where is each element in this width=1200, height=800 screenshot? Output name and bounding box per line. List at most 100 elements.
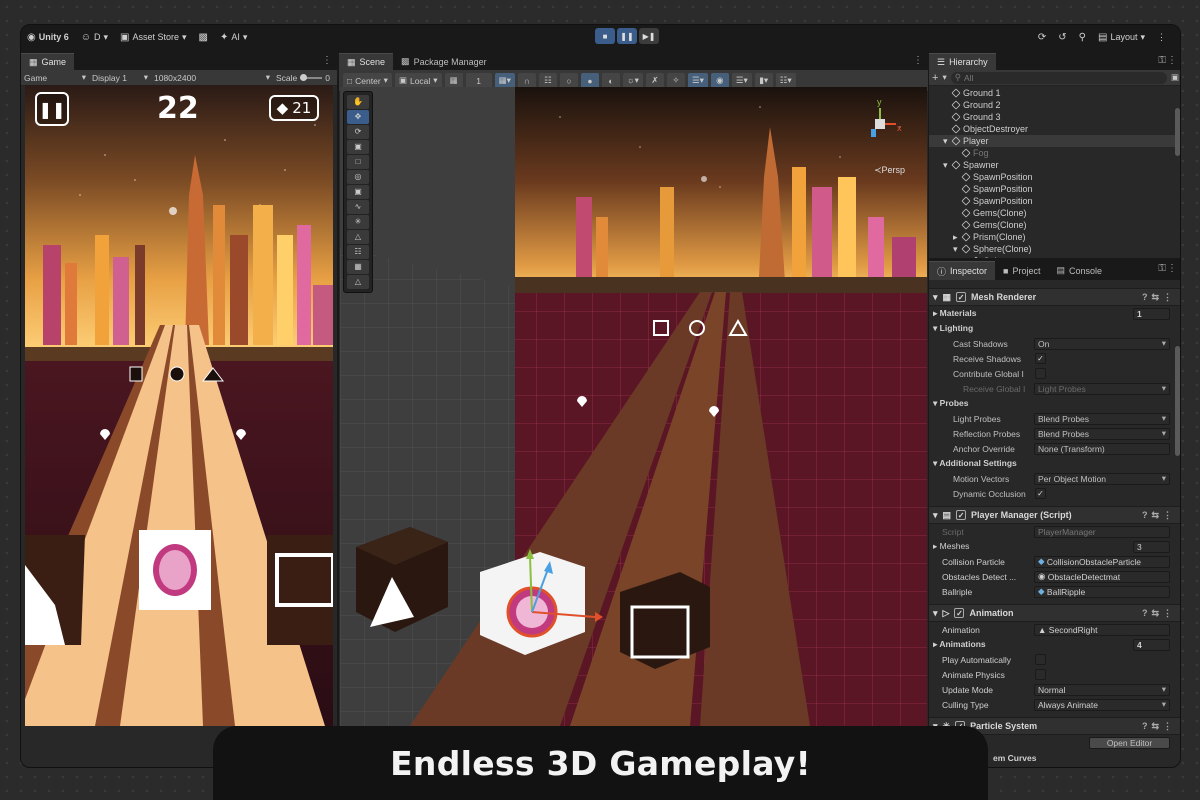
more-icon[interactable]: ⋮ — [1167, 55, 1177, 66]
filter-icon[interactable]: ▣ — [1171, 72, 1179, 83]
hierarchy-item[interactable]: Ground 3 — [929, 111, 1180, 123]
particle-tool-button[interactable]: ✳ — [347, 215, 369, 229]
hierarchy-item[interactable]: ▾ Sphere(Clone) — [929, 243, 1180, 255]
open-editor-button[interactable]: Open Editor — [1089, 736, 1170, 749]
probes-foldout[interactable]: ▾ Probes — [929, 396, 1180, 411]
hierarchy-search-input[interactable]: ⚲ All — [950, 71, 1167, 84]
pause-game-button[interactable]: ❚❚ — [35, 92, 69, 126]
meshes-row[interactable]: ▸ Meshes 3 — [929, 539, 1180, 554]
receive-shadows-checkbox[interactable]: ✓ — [1035, 353, 1046, 364]
probe-tool-button[interactable]: △ — [347, 230, 369, 244]
update-mode-dropdown[interactable]: Normal — [1034, 683, 1170, 696]
component-enabled-checkbox[interactable]: ✓ — [956, 510, 967, 520]
hierarchy-item[interactable]: ObjectDestroyer — [929, 123, 1180, 135]
meshes-count-field[interactable]: 3 — [1133, 540, 1170, 553]
player-manager-header[interactable]: ▾ ▤ ✓ Player Manager (Script) ?⇆⋮ — [929, 506, 1180, 524]
animations-count-field[interactable]: 4 — [1133, 638, 1170, 651]
inspector-scrollbar[interactable] — [1175, 346, 1180, 456]
additional-settings-foldout[interactable]: ▾ Additional Settings — [929, 456, 1180, 471]
play-stop-button[interactable]: ■ — [595, 28, 615, 44]
path-tool-button[interactable]: ∿ — [347, 200, 369, 214]
pause-button[interactable]: ❚❚ — [617, 28, 637, 44]
grid-tool-button[interactable]: ☷ — [347, 245, 369, 259]
hierarchy-item[interactable]: Ground 2 — [929, 99, 1180, 111]
move-tool-button[interactable]: ✥ — [347, 110, 369, 124]
animations-row[interactable]: ▸ Animations 4 — [929, 637, 1180, 652]
add-icon[interactable]: + — [932, 72, 938, 84]
hierarchy-item[interactable]: SpawnPosition — [929, 195, 1180, 207]
ballriple-field[interactable]: ◆ BallRipple — [1034, 585, 1170, 598]
hierarchy-item[interactable]: Gems(Clone) — [929, 207, 1180, 219]
component-actions[interactable]: ?⇆⋮ — [1142, 292, 1176, 303]
collab-button[interactable]: ⟳ — [1032, 25, 1052, 49]
culling-type-dropdown[interactable]: Always Animate — [1034, 698, 1170, 711]
animation-header[interactable]: ▾ ▷ ✓ Animation ?⇆⋮ — [929, 604, 1180, 622]
resolution-dropdown[interactable]: 1080x2400 ▾ — [154, 72, 270, 83]
rotate-tool-button[interactable]: ⟳ — [347, 125, 369, 139]
game-mode-dropdown[interactable]: Game ▾ — [24, 72, 86, 83]
display-dropdown[interactable]: Display 1 ▾ — [92, 72, 148, 83]
ai-dropdown[interactable]: ✦ AI ▾ — [214, 25, 253, 49]
game-view[interactable]: ❚❚ 22 ◆ 21 — [25, 85, 333, 726]
hierarchy-item[interactable]: ▸ Prism(Clone) — [929, 231, 1180, 243]
account-dropdown[interactable]: ☺ D ▾ — [75, 25, 114, 49]
hierarchy-item[interactable]: Gems(Clone) — [929, 219, 1180, 231]
tab-console[interactable]: ▤ Console — [1049, 261, 1111, 280]
hierarchy-item[interactable]: SpawnPosition — [929, 183, 1180, 195]
more-icon[interactable]: ⋮ — [1167, 263, 1177, 274]
contribute-gi-checkbox[interactable] — [1035, 368, 1046, 379]
transform-tool-button[interactable]: ◎ — [347, 170, 369, 184]
step-button[interactable]: ▶❚ — [639, 28, 659, 44]
toolbar-menu-button[interactable]: ⋮ — [1151, 25, 1172, 49]
anchor-override-field[interactable]: None (Transform) — [1034, 442, 1170, 455]
search-button[interactable]: ⚲ — [1073, 25, 1092, 49]
dynamic-occlusion-checkbox[interactable]: ✓ — [1035, 488, 1046, 499]
component-enabled-checkbox[interactable]: ✓ — [954, 608, 965, 618]
materials-count-field[interactable]: 1 — [1133, 307, 1170, 320]
animation-clip-field[interactable]: ▲ SecondRight — [1034, 623, 1170, 636]
obstacles-detect-field[interactable]: ◉ ObstacleDetectmat — [1034, 570, 1170, 583]
tab-scene[interactable]: ▦ Scene — [339, 53, 394, 70]
light-probes-dropdown[interactable]: Blend Probes — [1034, 412, 1170, 425]
collision-particle-field[interactable]: ◆ CollisionObstacleParticle — [1034, 555, 1170, 568]
lock-icon[interactable]: ⚿ — [1158, 55, 1166, 66]
scene-view[interactable]: ✋ ✥ ⟳ ▣ □ ◎ ▣ ∿ ✳ △ ☷ ▦ △ y x ≺Persp — [340, 87, 927, 726]
scale-tool-button[interactable]: ▣ — [347, 140, 369, 154]
hierarchy-item[interactable]: Fog — [929, 147, 1180, 159]
cast-shadows-dropdown[interactable]: On — [1034, 337, 1170, 350]
materials-row[interactable]: ▸ Materials 1 — [929, 306, 1180, 321]
asset-store-dropdown[interactable]: ▣ Asset Store ▾ — [114, 25, 193, 49]
projection-label[interactable]: ≺Persp — [874, 165, 905, 176]
view-tool-button[interactable]: ✋ — [347, 95, 369, 109]
hierarchy-scrollbar[interactable] — [1175, 108, 1180, 156]
component-actions[interactable]: ?⇆⋮ — [1142, 721, 1176, 732]
unity-logo-button[interactable]: ◉ Unity 6 — [21, 25, 75, 49]
tab-project[interactable]: ■ Project — [995, 261, 1048, 280]
hierarchy-item[interactable]: Ground 1 — [929, 87, 1180, 99]
more-icon[interactable]: ⋮ — [322, 55, 332, 66]
hierarchy-item[interactable]: SpawnPosition — [929, 171, 1180, 183]
mesh-renderer-header[interactable]: ▾ ▦ ✓ Mesh Renderer ?⇆⋮ — [929, 288, 1180, 306]
history-button[interactable]: ↺ — [1052, 25, 1072, 49]
navigation-tool-button[interactable]: ▦ — [347, 260, 369, 274]
tab-inspector[interactable]: ⓘ Inspector — [929, 261, 996, 280]
layout-dropdown[interactable]: ▤ Layout ▾ — [1092, 25, 1151, 49]
more-icon[interactable]: ⋮ — [913, 55, 923, 66]
hierarchy-item[interactable]: ▾ Player — [929, 135, 1180, 147]
tab-hierarchy[interactable]: ☰ Hierarchy — [929, 53, 996, 70]
lighting-foldout[interactable]: ▾ Lighting — [929, 321, 1180, 336]
component-actions[interactable]: ?⇆⋮ — [1142, 608, 1176, 619]
motion-vectors-dropdown[interactable]: Per Object Motion — [1034, 472, 1170, 485]
component-enabled-checkbox[interactable]: ✓ — [956, 292, 967, 302]
reflection-probes-dropdown[interactable]: Blend Probes — [1034, 427, 1170, 440]
tab-package-manager[interactable]: ▩ Package Manager — [393, 53, 495, 70]
orientation-gizmo[interactable]: y x — [855, 97, 905, 145]
play-auto-checkbox[interactable] — [1035, 654, 1046, 665]
hierarchy-item[interactable]: ▾ Spawner — [929, 159, 1180, 171]
hierarchy-item[interactable]: Cube — [929, 255, 1180, 258]
package-button[interactable]: ▩ — [193, 25, 214, 49]
cloth-tool-button[interactable]: △ — [347, 275, 369, 289]
animate-physics-checkbox[interactable] — [1035, 669, 1046, 680]
rect-tool-button[interactable]: □ — [347, 155, 369, 169]
tab-game[interactable]: ▦ Game — [21, 53, 75, 70]
